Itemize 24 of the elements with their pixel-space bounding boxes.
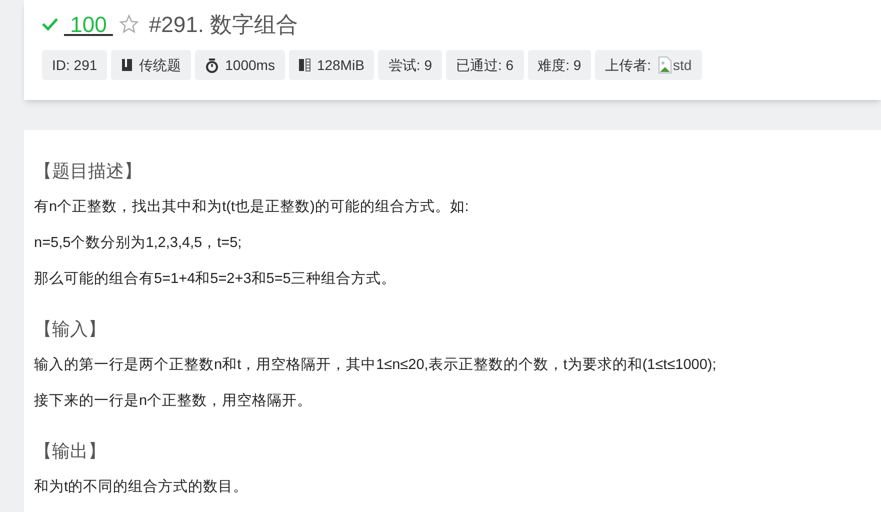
tag-label: 尝试: 9 (388, 56, 432, 74)
section-heading: 【题目描述】 (34, 160, 143, 183)
broken-image-icon (657, 56, 674, 74)
tag-label: 1000ms (225, 56, 275, 74)
paragraph: n=5,5个数分别为1,2,3,4,5，t=5; (34, 234, 243, 253)
tag-label: 128MiB (316, 56, 364, 74)
tag-label: 上传者: (605, 56, 652, 74)
tag-label: 已通过: 6 (456, 56, 514, 74)
problem-title: #291. 数字组合 (148, 10, 298, 38)
tag-label: ID: 291 (52, 56, 98, 74)
paragraph: 和为t的不同的组合方式的数目。 (34, 478, 250, 497)
stopwatch-icon (205, 58, 220, 72)
memory-icon (298, 58, 311, 72)
paragraph: 那么可能的组合有5=1+4和5=2+3和5=5三种组合方式。 (34, 270, 397, 289)
paragraph: 接下来的一行是n个正整数，用空格隔开。 (34, 392, 314, 411)
uploader-name[interactable]: std (673, 54, 692, 76)
book-icon (121, 58, 134, 72)
tag-label: 难度: 9 (538, 56, 582, 74)
paragraph: 有n个正整数，找出其中和为t(t也是正整数)的可能的组合方式。如: (34, 198, 470, 217)
star-icon[interactable] (118, 14, 139, 34)
tag-label: 传统题 (139, 56, 182, 74)
section-heading: 【输出】 (34, 440, 107, 463)
paragraph: 输入的第一行是两个正整数n和t，用空格隔开，其中1≤n≤20,表示正整数的个数，t为要求的和(1≤t≤1000); (34, 356, 718, 375)
section-heading: 【输入】 (34, 318, 107, 341)
